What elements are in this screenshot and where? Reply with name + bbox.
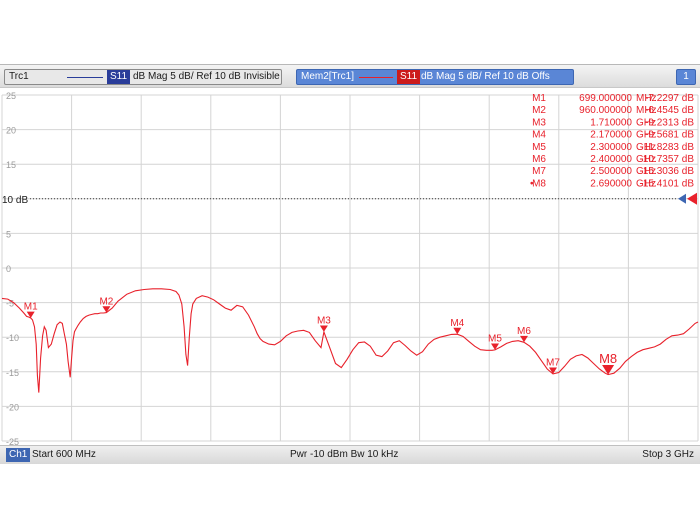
marker-name: M4 [532,130,546,141]
marker-value: -7.2297 dB [645,93,694,104]
marker-m8-label: M8 [599,351,617,366]
trace-param-badge: S11 [107,70,131,84]
marker-frequency: 2.400000 [590,154,632,165]
reference-arrow-right [687,192,697,205]
start-frequency[interactable]: Start 600 MHz [32,446,96,464]
trace-tab-mem2[interactable]: Mem2[Trc1] S11 dB Mag 5 dB/ Ref 10 dB Of… [296,69,574,85]
trace-format: dB Mag 5 dB/ Ref 10 dB Invisible [133,71,280,82]
marker-name: M8 [532,178,546,189]
marker-frequency: 2.690000 [590,178,632,189]
marker-frequency: 1.710000 [590,117,632,128]
channel-badge[interactable]: Ch1 [6,448,31,462]
marker-m4-label: M4 [450,318,464,329]
marker-value: -6.4545 dB [645,105,694,116]
trace-name: Mem2[Trc1] [301,71,354,82]
marker-value: -10.7357 dB [640,154,695,165]
marker-value: -11.8283 dB [640,142,694,153]
y-tick-label: 25 [6,91,16,101]
y-tick-label: -15 [6,368,19,378]
marker-name: M3 [532,117,546,128]
marker-frequency: 2.500000 [590,166,632,177]
y-tick-label: 20 [6,126,16,136]
stop-frequency[interactable]: Stop 3 GHz [642,446,694,464]
y-tick-label: 5 [6,229,11,239]
analyzer-display: Trc1 S11 dB Mag 5 dB/ Ref 10 dB Invisibl… [0,64,700,464]
channel-status-bar: Ch1 Start 600 MHz Pwr -10 dBm Bw 10 kHz … [0,445,700,464]
marker-frequency: 960.000000 [579,105,632,116]
marker-m1-label: M1 [24,302,38,313]
marker-m3-label: M3 [317,315,331,326]
marker-m2-label: M2 [99,296,113,307]
trace-param-badge: S11 [397,70,421,84]
trace-line-sample [67,77,103,78]
marker-frequency: 2.300000 [590,142,632,153]
y-tick-label: 0 [6,264,11,274]
marker-name: M6 [532,154,546,165]
s11-plot: 25201550-5-10-15-20-2510 dBM1 M2M3 M4M5M6M… [1,91,699,445]
marker-frequency: 699.000000 [579,93,632,104]
trace-name: Trc1 [9,71,29,82]
marker-name: M2 [532,105,546,116]
marker-value: -9.2313 dB [645,117,694,128]
y-tick-label: -25 [6,437,19,445]
reference-arrow-left [678,193,686,204]
info-button[interactable]: 1 [676,69,696,85]
y-tick-label: -20 [6,402,19,412]
marker-frequency: 2.170000 [590,130,632,141]
marker-m7-label: M7 [546,358,560,369]
marker-m6-label: M6 [517,326,531,337]
y-tick-label: 15 [6,160,16,170]
marker-name: M1 [532,93,546,104]
marker-value: -9.5681 dB [645,130,694,141]
power-bandwidth[interactable]: Pwr -10 dBm Bw 10 kHz [290,446,398,464]
y-tick-label: -10 [6,333,19,343]
marker-m5-label: M5 [488,333,502,344]
trace-format: dB Mag 5 dB/ Ref 10 dB Offs [421,71,550,82]
trace-line-sample [359,77,393,78]
trace-tab-trc1[interactable]: Trc1 S11 dB Mag 5 dB/ Ref 10 dB Invisibl… [4,69,282,85]
marker-value: -15.3036 dB [640,166,695,177]
reference-level-label: 10 dB [2,195,28,206]
marker-name: M5 [532,142,546,153]
trace-title-bar: Trc1 S11 dB Mag 5 dB/ Ref 10 dB Invisibl… [0,65,700,88]
marker-name: M7 [532,166,546,177]
marker-value: -15.4101 dB [640,178,695,189]
